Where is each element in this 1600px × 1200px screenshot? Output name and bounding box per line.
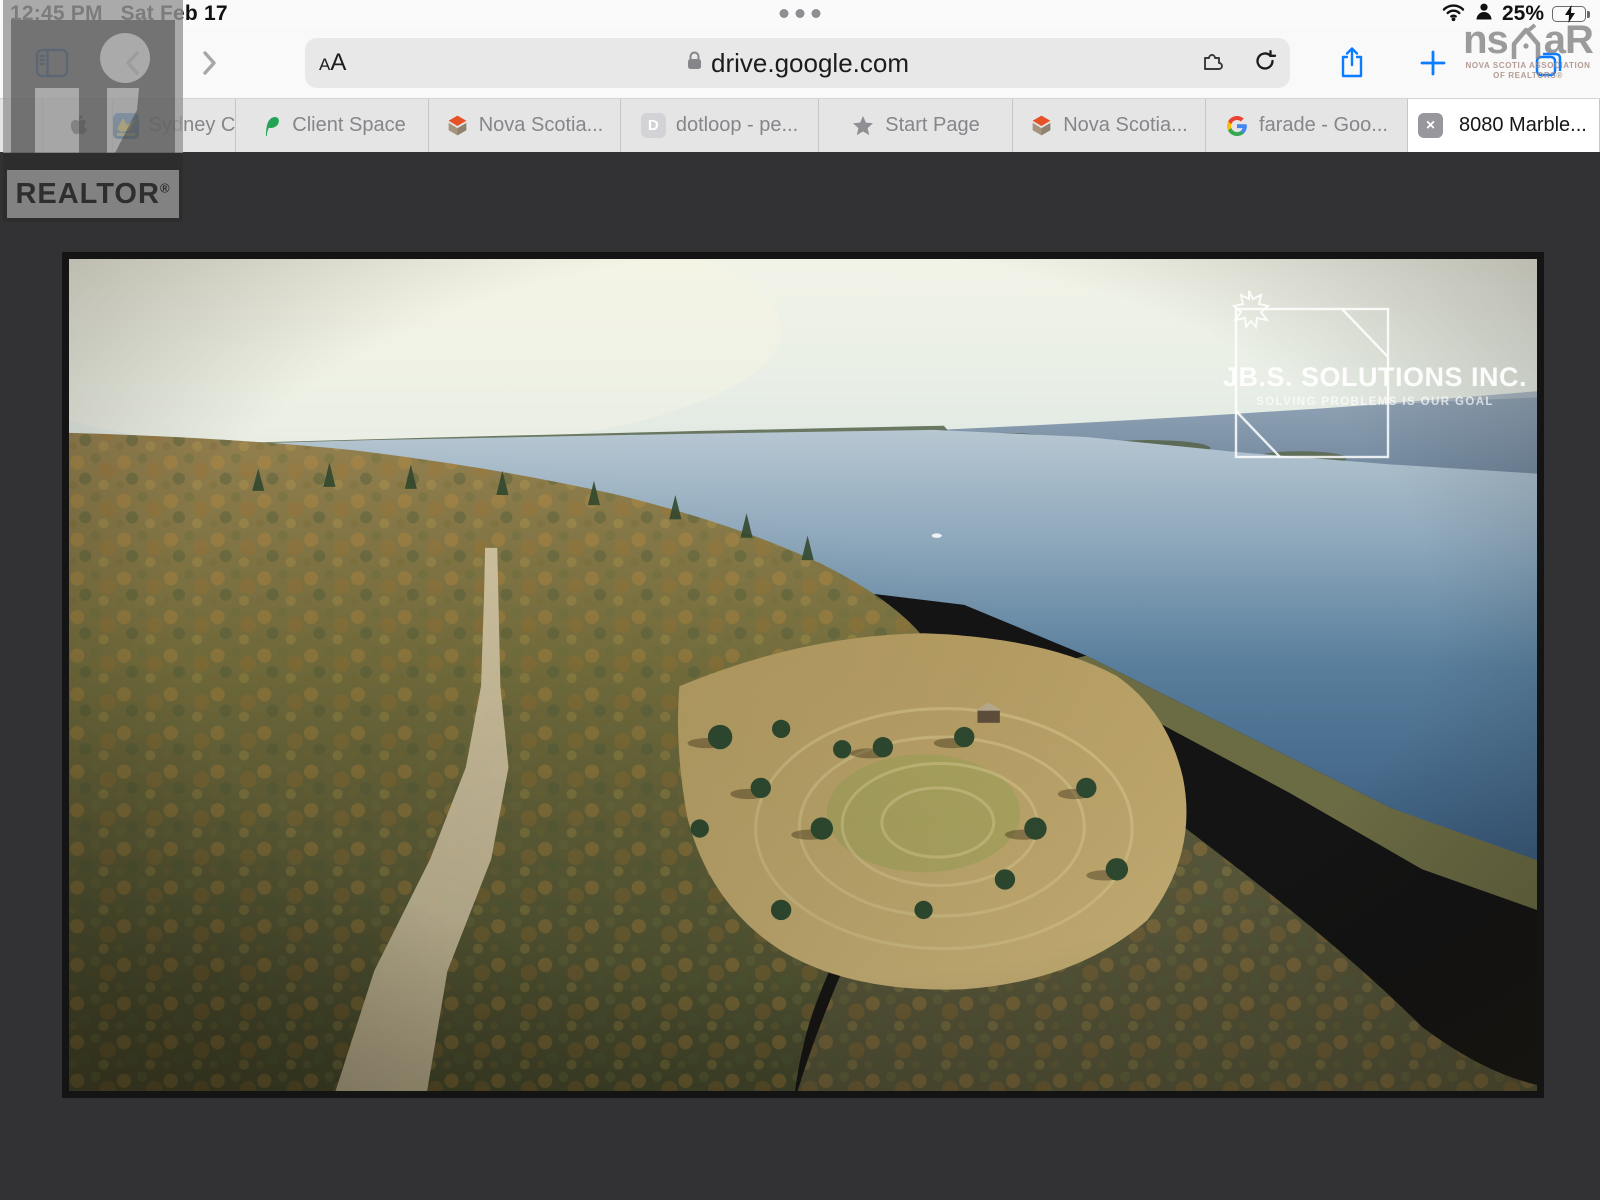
listing-photo: JB.S. SOLUTIONS INC. SOLVING PROBLEMS IS… xyxy=(62,252,1544,1098)
battery-percentage: 25% xyxy=(1502,2,1544,26)
status-time-date: 12:45 PM Sat Feb 17 xyxy=(10,2,228,26)
nsar-cube-favicon xyxy=(446,114,469,137)
apple-icon xyxy=(68,114,88,137)
sidebar-icon[interactable] xyxy=(33,45,71,81)
status-icons: 25% xyxy=(1441,2,1586,26)
url-text: drive.google.com xyxy=(711,48,909,79)
personal-hotspot-person-icon xyxy=(1474,2,1494,27)
tab-label: Client Space xyxy=(292,114,405,137)
tab-overview-icon[interactable] xyxy=(1532,46,1566,80)
tab-dotloop[interactable]: D dotloop - pe... xyxy=(620,99,818,152)
back-icon[interactable] xyxy=(122,48,144,78)
tab-bar: Sydney C Client Space Nova Scotia... D d… xyxy=(0,98,1600,152)
charging-bolt-icon xyxy=(1561,4,1579,24)
multitasking-handle-icon[interactable] xyxy=(780,9,821,18)
tab-sydney[interactable]: Sydney C xyxy=(112,99,235,152)
safari-toolbar: AA drive.google.com xyxy=(0,28,1600,98)
share-icon[interactable] xyxy=(1336,45,1368,81)
tab-label: farade - Goo... xyxy=(1259,114,1388,137)
status-time: 12:45 PM xyxy=(10,2,103,25)
reload-icon[interactable] xyxy=(1252,48,1278,79)
tab-label: Nova Scotia... xyxy=(1063,114,1188,137)
battery-icon xyxy=(1552,6,1586,22)
extensions-puzzle-icon[interactable] xyxy=(1200,48,1226,79)
tab-nova-scotia-1[interactable]: Nova Scotia... xyxy=(428,99,620,152)
status-date: Sat Feb 17 xyxy=(121,2,228,25)
new-tab-plus-icon[interactable] xyxy=(1418,48,1448,78)
drive-preview-page: JB.S. SOLUTIONS INC. SOLVING PROBLEMS IS… xyxy=(0,152,1600,1200)
forward-icon[interactable] xyxy=(198,48,220,78)
nsar-cube-favicon xyxy=(1030,114,1053,137)
wifi-icon xyxy=(1441,2,1466,27)
star-icon xyxy=(851,114,875,138)
address-bar[interactable]: AA drive.google.com xyxy=(305,38,1290,88)
lock-icon xyxy=(686,50,703,77)
tab-label: Sydney C xyxy=(149,114,235,137)
tab-label: Nova Scotia... xyxy=(479,114,604,137)
tab-start-page[interactable]: Start Page xyxy=(818,99,1012,152)
tab-label: Start Page xyxy=(885,114,980,137)
ipad-safari-screen: 12:45 PM Sat Feb 17 25% xyxy=(0,0,1600,1200)
status-bar: 12:45 PM Sat Feb 17 25% xyxy=(0,0,1600,28)
dotloop-favicon: D xyxy=(641,113,666,138)
google-g-icon xyxy=(1225,114,1249,138)
tab-client-space[interactable]: Client Space xyxy=(235,99,428,152)
tab-label: dotloop - pe... xyxy=(676,114,798,137)
tab-label: 8080 Marble... xyxy=(1459,114,1587,137)
tab-nova-scotia-2[interactable]: Nova Scotia... xyxy=(1012,99,1205,152)
sydney-favicon xyxy=(113,113,139,139)
client-space-favicon xyxy=(258,114,282,138)
aerial-photo-scene xyxy=(69,259,1537,1091)
tab-farade-google[interactable]: farade - Goo... xyxy=(1205,99,1407,152)
tab-apple[interactable] xyxy=(42,99,112,152)
close-icon[interactable]: × xyxy=(1418,113,1443,138)
tab-active-8080-marble[interactable]: × 8080 Marble... xyxy=(1407,99,1600,152)
